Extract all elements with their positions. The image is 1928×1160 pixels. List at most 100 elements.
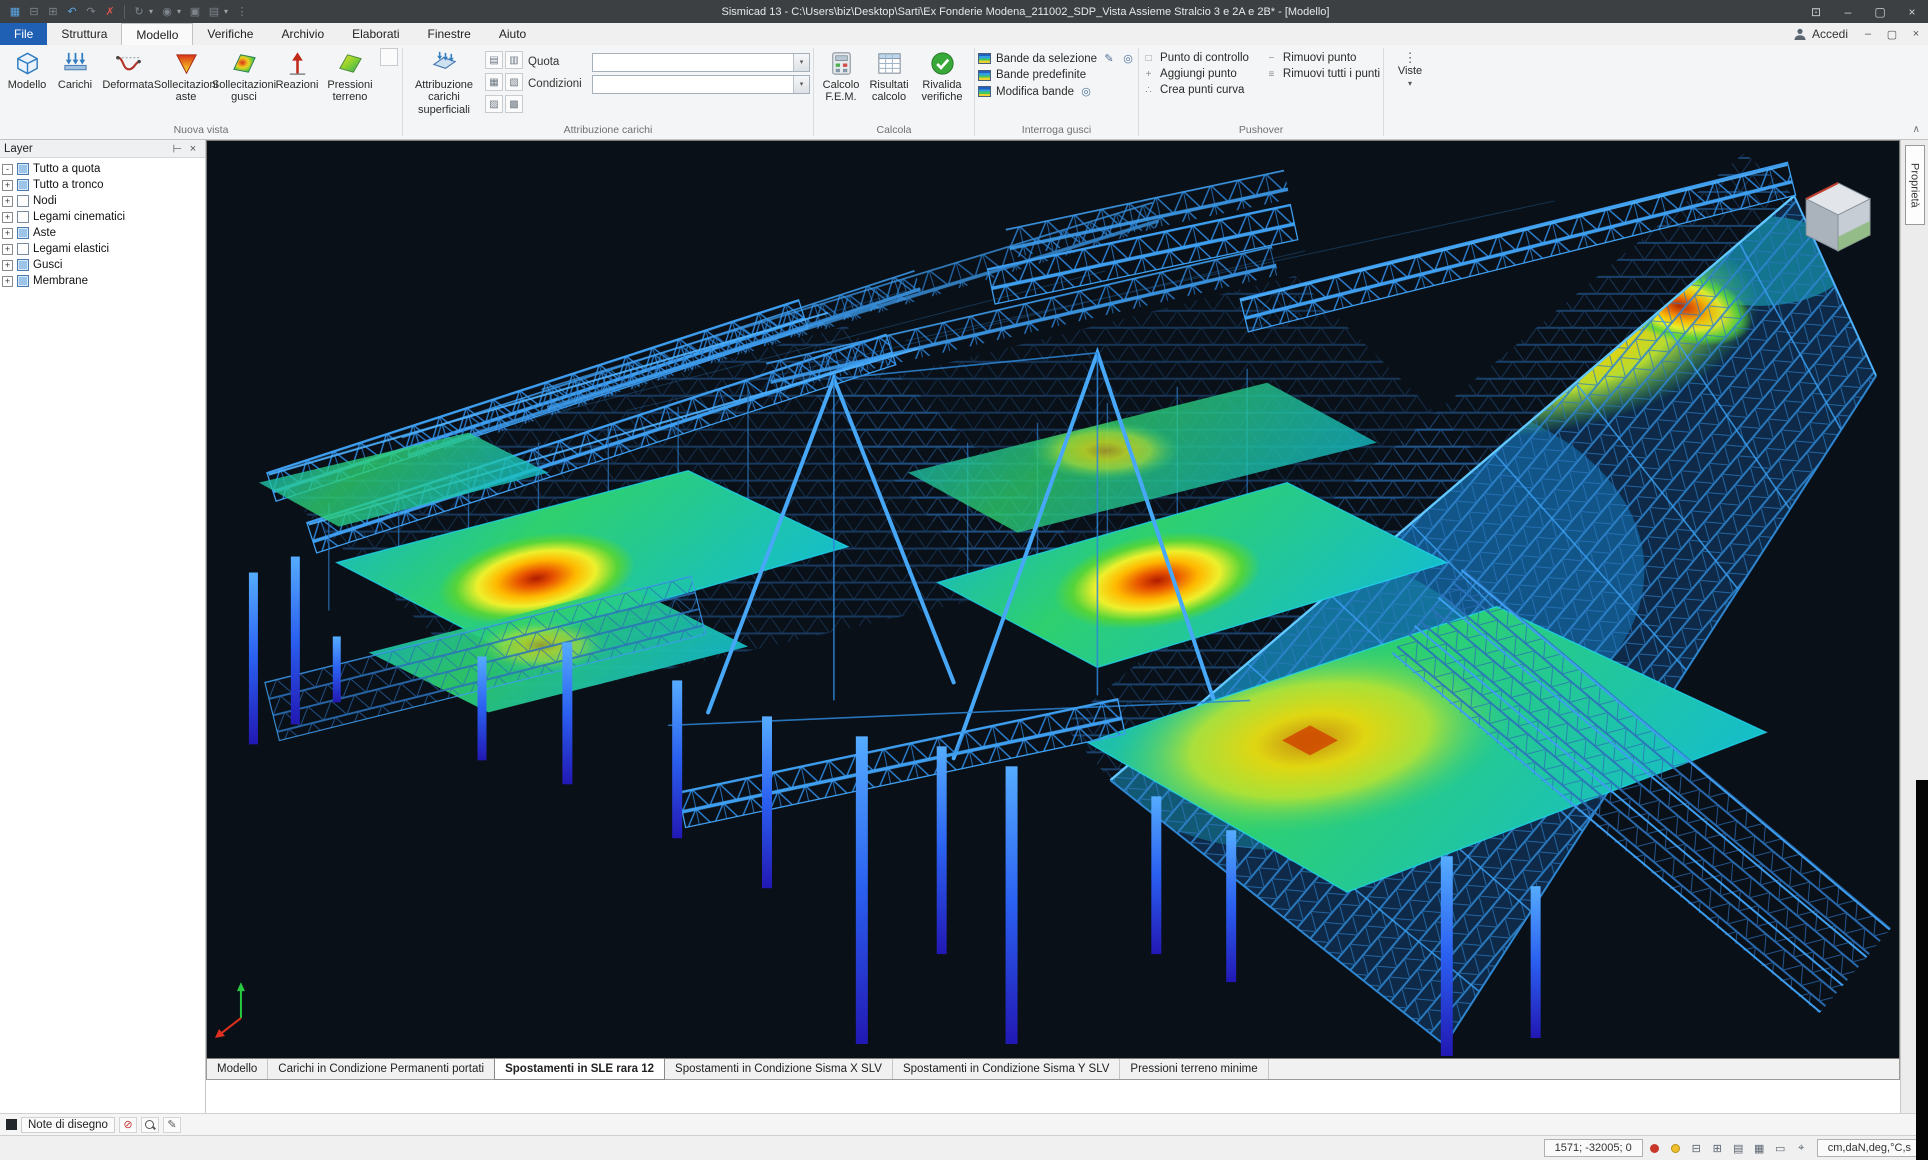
crea-punti-curva-button[interactable]: ∴ Crea punti curva: [1142, 84, 1249, 96]
reazioni-button[interactable]: Reazioni: [273, 47, 321, 119]
cube-view-icon[interactable]: ▣: [186, 3, 204, 21]
mdi-close-button[interactable]: ×: [1904, 23, 1928, 45]
sollecitazioni-gusci-button[interactable]: Sollecitazioni gusci: [215, 47, 273, 119]
deformata-button[interactable]: Deformata: [99, 47, 157, 119]
load-tool-icon[interactable]: ▨: [485, 95, 503, 113]
status-snap-icon[interactable]: ⌖: [1792, 1140, 1811, 1157]
modifica-bande-button[interactable]: Modifica bande ◎: [978, 85, 1135, 98]
view-tab-pressioni-minime[interactable]: Pressioni terreno minime: [1120, 1059, 1268, 1079]
chevron-down-icon[interactable]: ▾: [793, 54, 809, 71]
bande-da-selezione-button[interactable]: Bande da selezione ✎ ◎: [978, 52, 1135, 65]
pin-icon[interactable]: ⊥: [169, 142, 185, 155]
view-tab-modello[interactable]: Modello: [207, 1059, 268, 1079]
calcolo-fem-button[interactable]: Calcolo F.E.M.: [817, 47, 865, 119]
rivalida-verifiche-button[interactable]: Rivalida verifiche: [913, 47, 971, 119]
aggiungi-punto-button[interactable]: + Aggiungi punto: [1142, 68, 1249, 80]
undo-icon[interactable]: ↶: [63, 3, 81, 21]
layer-checkbox[interactable]: [17, 227, 29, 239]
redo-icon[interactable]: ↷: [82, 3, 100, 21]
bande-predefinite-button[interactable]: Bande predefinite: [978, 69, 1135, 81]
status-monitor-icon[interactable]: ▭: [1771, 1140, 1790, 1157]
load-tool-icon[interactable]: ▩: [505, 95, 523, 113]
error-filter-icon[interactable]: ⊘: [119, 1117, 137, 1133]
tab-struttura[interactable]: Struttura: [47, 23, 121, 45]
load-tool-icon[interactable]: ▤: [485, 51, 503, 69]
table-view-icon[interactable]: ▤: [205, 3, 223, 21]
view-tab-carichi-permanenti[interactable]: Carichi in Condizione Permanenti portati: [268, 1059, 495, 1079]
layer-checkbox[interactable]: [17, 259, 29, 271]
chevron-down-icon[interactable]: ▾: [224, 7, 232, 16]
minimize-button[interactable]: –: [1832, 0, 1864, 23]
layer-item-legami-elastici[interactable]: + Legami elastici: [2, 241, 203, 257]
tab-modello[interactable]: Modello: [121, 23, 193, 45]
expand-toggle[interactable]: +: [2, 276, 13, 287]
tab-file[interactable]: File: [0, 23, 47, 45]
refresh-icon[interactable]: ↻: [130, 3, 148, 21]
layer-checkbox[interactable]: [17, 195, 29, 207]
layer-item-gusci[interactable]: + Gusci: [2, 257, 203, 273]
account-button[interactable]: Accedi: [1785, 23, 1856, 45]
eyedropper-icon[interactable]: ◎: [1079, 85, 1093, 98]
layer-checkbox[interactable]: [17, 243, 29, 255]
expand-toggle[interactable]: +: [2, 180, 13, 191]
layer-item-membrane[interactable]: + Membrane: [2, 273, 203, 289]
note-di-disegno-button[interactable]: Note di disegno: [21, 1117, 115, 1133]
view-tab-spostamenti-sle[interactable]: Spostamenti in SLE rara 12: [494, 1058, 665, 1080]
model-viewport[interactable]: [206, 140, 1900, 1058]
print-icon[interactable]: ⊟: [25, 3, 43, 21]
status-grid-icon[interactable]: ⊞: [1708, 1140, 1727, 1157]
tab-verifiche[interactable]: Verifiche: [193, 23, 267, 45]
load-tool-icon[interactable]: ▦: [485, 73, 503, 91]
layout-icon[interactable]: ⊡: [1800, 0, 1832, 23]
chevron-down-icon[interactable]: ▾: [793, 76, 809, 93]
layer-checkbox[interactable]: [17, 211, 29, 223]
units-readout[interactable]: cm,daN,deg,°C,s: [1817, 1139, 1922, 1157]
carichi-button[interactable]: Carichi: [51, 47, 99, 119]
tab-proprieta[interactable]: Proprietà: [1905, 145, 1925, 225]
chevron-down-icon[interactable]: ▾: [177, 7, 185, 16]
status-mesh-icon[interactable]: ▦: [1750, 1140, 1769, 1157]
status-layers-icon[interactable]: ▤: [1729, 1140, 1748, 1157]
layer-item-nodi[interactable]: + Nodi: [2, 193, 203, 209]
eyedropper-icon[interactable]: ◎: [1121, 52, 1135, 65]
pencil-icon[interactable]: ✎: [1102, 52, 1116, 65]
layer-item-tutto-a-tronco[interactable]: + Tutto a tronco: [2, 177, 203, 193]
tab-finestre[interactable]: Finestre: [414, 23, 485, 45]
mdi-minimize-button[interactable]: –: [1856, 23, 1880, 45]
layer-item-tutto-a-quota[interactable]: - Tutto a quota: [2, 161, 203, 177]
expand-toggle[interactable]: +: [2, 212, 13, 223]
tab-elaborati[interactable]: Elaborati: [338, 23, 413, 45]
save-icon[interactable]: ▦: [6, 3, 24, 21]
sollecitazioni-aste-button[interactable]: Sollecitazioni aste: [157, 47, 215, 119]
pressioni-terreno-button[interactable]: Pressioni terreno: [321, 47, 379, 119]
expand-toggle[interactable]: -: [2, 164, 13, 175]
select-view-icon[interactable]: ◉: [158, 3, 176, 21]
expand-toggle[interactable]: +: [2, 228, 13, 239]
view-tab-sisma-y[interactable]: Spostamenti in Condizione Sisma Y SLV: [893, 1059, 1120, 1079]
delete-icon[interactable]: ✗: [101, 3, 119, 21]
layer-checkbox[interactable]: [17, 163, 29, 175]
attribuzione-carichi-superficiali-button[interactable]: Attribuzione carichi superficiali: [406, 47, 482, 119]
extra-view-button[interactable]: [380, 48, 398, 66]
status-alert-icon[interactable]: [1645, 1140, 1664, 1157]
load-tool-icon[interactable]: ▥: [505, 51, 523, 69]
tab-archivio[interactable]: Archivio: [267, 23, 338, 45]
status-sheet-icon[interactable]: ⊟: [1687, 1140, 1706, 1157]
zoom-note-icon[interactable]: [141, 1117, 159, 1133]
edit-note-icon[interactable]: ✎: [163, 1117, 181, 1133]
punto-di-controllo-button[interactable]: □ Punto di controllo: [1142, 52, 1249, 64]
rimuovi-punto-button[interactable]: − Rimuovi punto: [1265, 52, 1380, 64]
close-button[interactable]: ×: [1896, 0, 1928, 23]
modello-button[interactable]: Modello: [3, 47, 51, 119]
expand-toggle[interactable]: +: [2, 196, 13, 207]
viste-button[interactable]: ⋮ Viste ▾: [1387, 47, 1433, 117]
tab-aiuto[interactable]: Aiuto: [485, 23, 540, 45]
status-bulb-icon[interactable]: [1666, 1140, 1685, 1157]
load-tool-icon[interactable]: ▧: [505, 73, 523, 91]
layer-item-legami-cinematici[interactable]: + Legami cinematici: [2, 209, 203, 225]
restore-button[interactable]: ▢: [1864, 0, 1896, 23]
mdi-restore-button[interactable]: ▢: [1880, 23, 1904, 45]
close-panel-icon[interactable]: ×: [185, 143, 201, 155]
layer-checkbox[interactable]: [17, 179, 29, 191]
layer-item-aste[interactable]: + Aste: [2, 225, 203, 241]
